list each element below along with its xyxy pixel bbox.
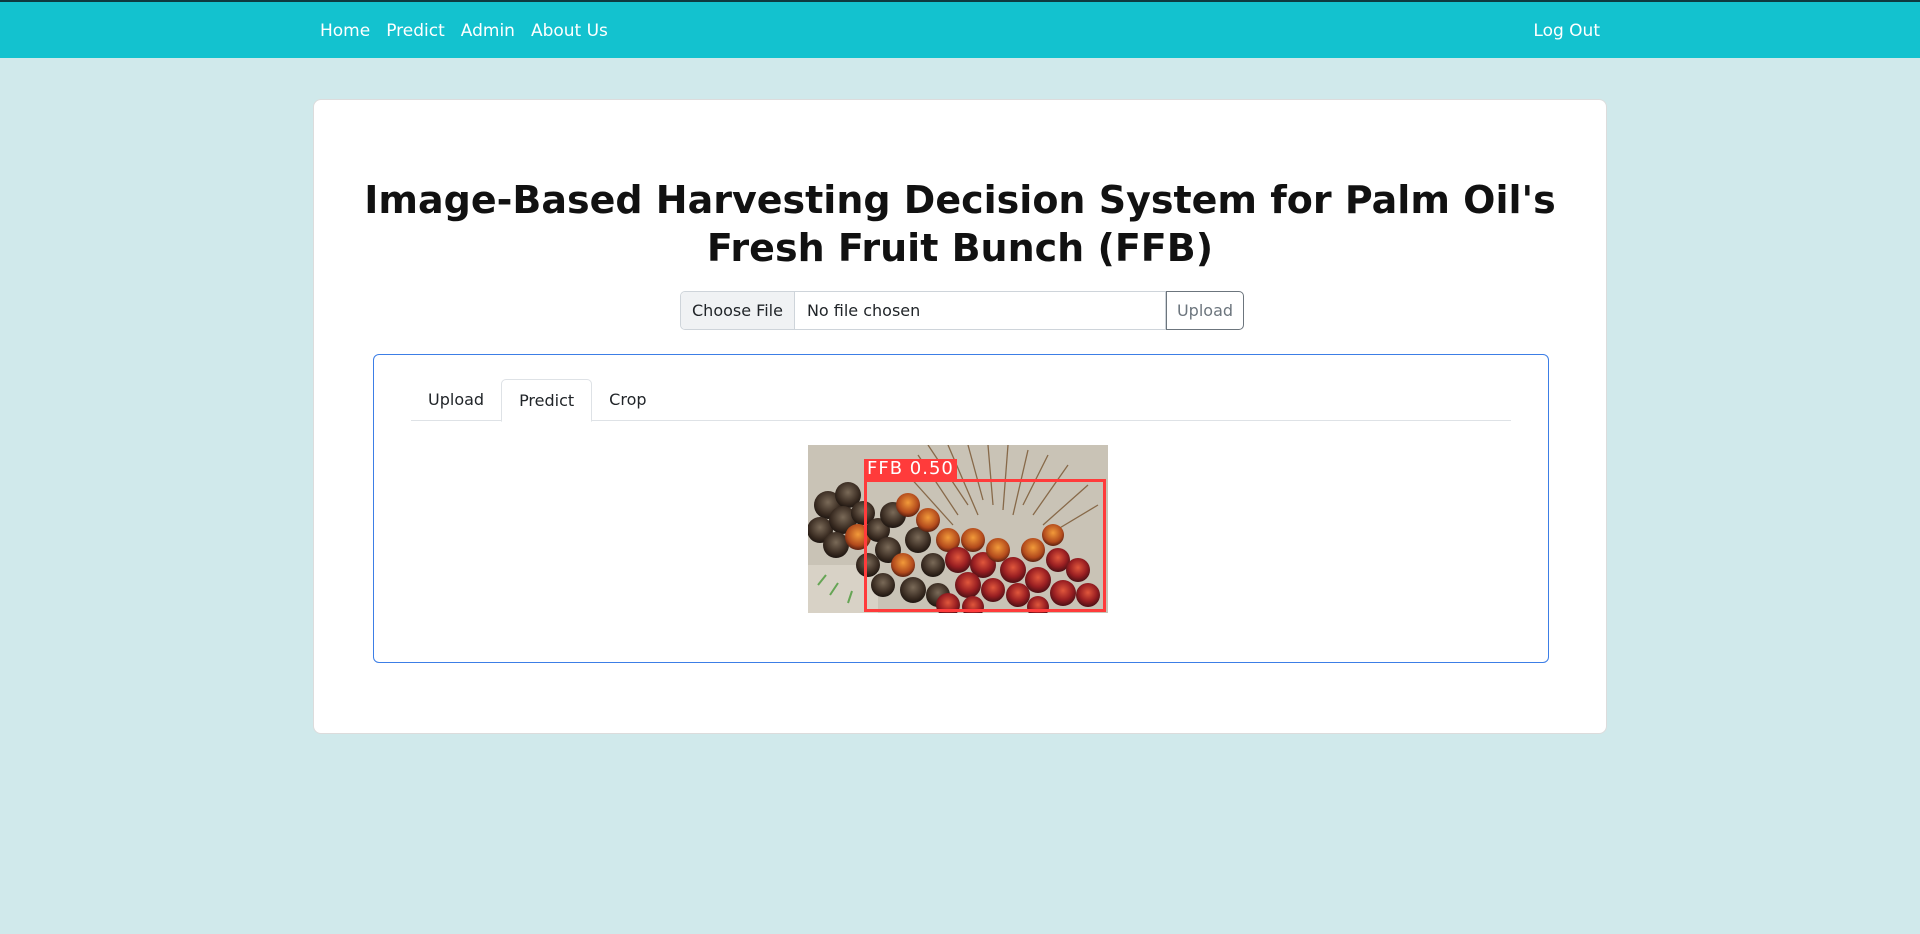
top-navbar: Home Predict Admin About Us Log Out xyxy=(0,0,1920,58)
page-title-line-2: Fresh Fruit Bunch (FFB) xyxy=(706,226,1214,270)
prediction-image: FFB 0.50 xyxy=(808,445,1108,613)
nav-about-link[interactable]: About Us xyxy=(523,2,616,60)
detection-bounding-box xyxy=(864,479,1106,612)
nav-links: Home Predict Admin About Us xyxy=(320,2,616,60)
result-tabs: Upload Predict Crop xyxy=(411,379,1511,422)
result-panel: Upload Predict Crop FFB 0.50 xyxy=(373,354,1549,663)
file-upload-row: Choose File No file chosen Upload xyxy=(680,291,1244,330)
file-status-text: No file chosen xyxy=(806,301,921,320)
choose-file-button[interactable]: Choose File xyxy=(681,292,795,329)
tab-crop[interactable]: Crop xyxy=(592,379,663,421)
page-title: Image-Based Harvesting Decision System f… xyxy=(314,176,1606,272)
tab-upload[interactable]: Upload xyxy=(411,379,501,421)
file-input[interactable]: Choose File No file chosen xyxy=(680,291,1166,330)
nav-predict-link[interactable]: Predict xyxy=(378,2,453,60)
main-card: Image-Based Harvesting Decision System f… xyxy=(313,99,1607,734)
logout-link[interactable]: Log Out xyxy=(1533,2,1600,60)
nav-home-link[interactable]: Home xyxy=(320,2,378,60)
upload-button[interactable]: Upload xyxy=(1166,291,1244,330)
page-title-line-1: Image-Based Harvesting Decision System f… xyxy=(364,178,1556,222)
detection-label: FFB 0.50 xyxy=(864,459,957,479)
nav-admin-link[interactable]: Admin xyxy=(453,2,523,60)
tab-predict[interactable]: Predict xyxy=(501,379,593,422)
